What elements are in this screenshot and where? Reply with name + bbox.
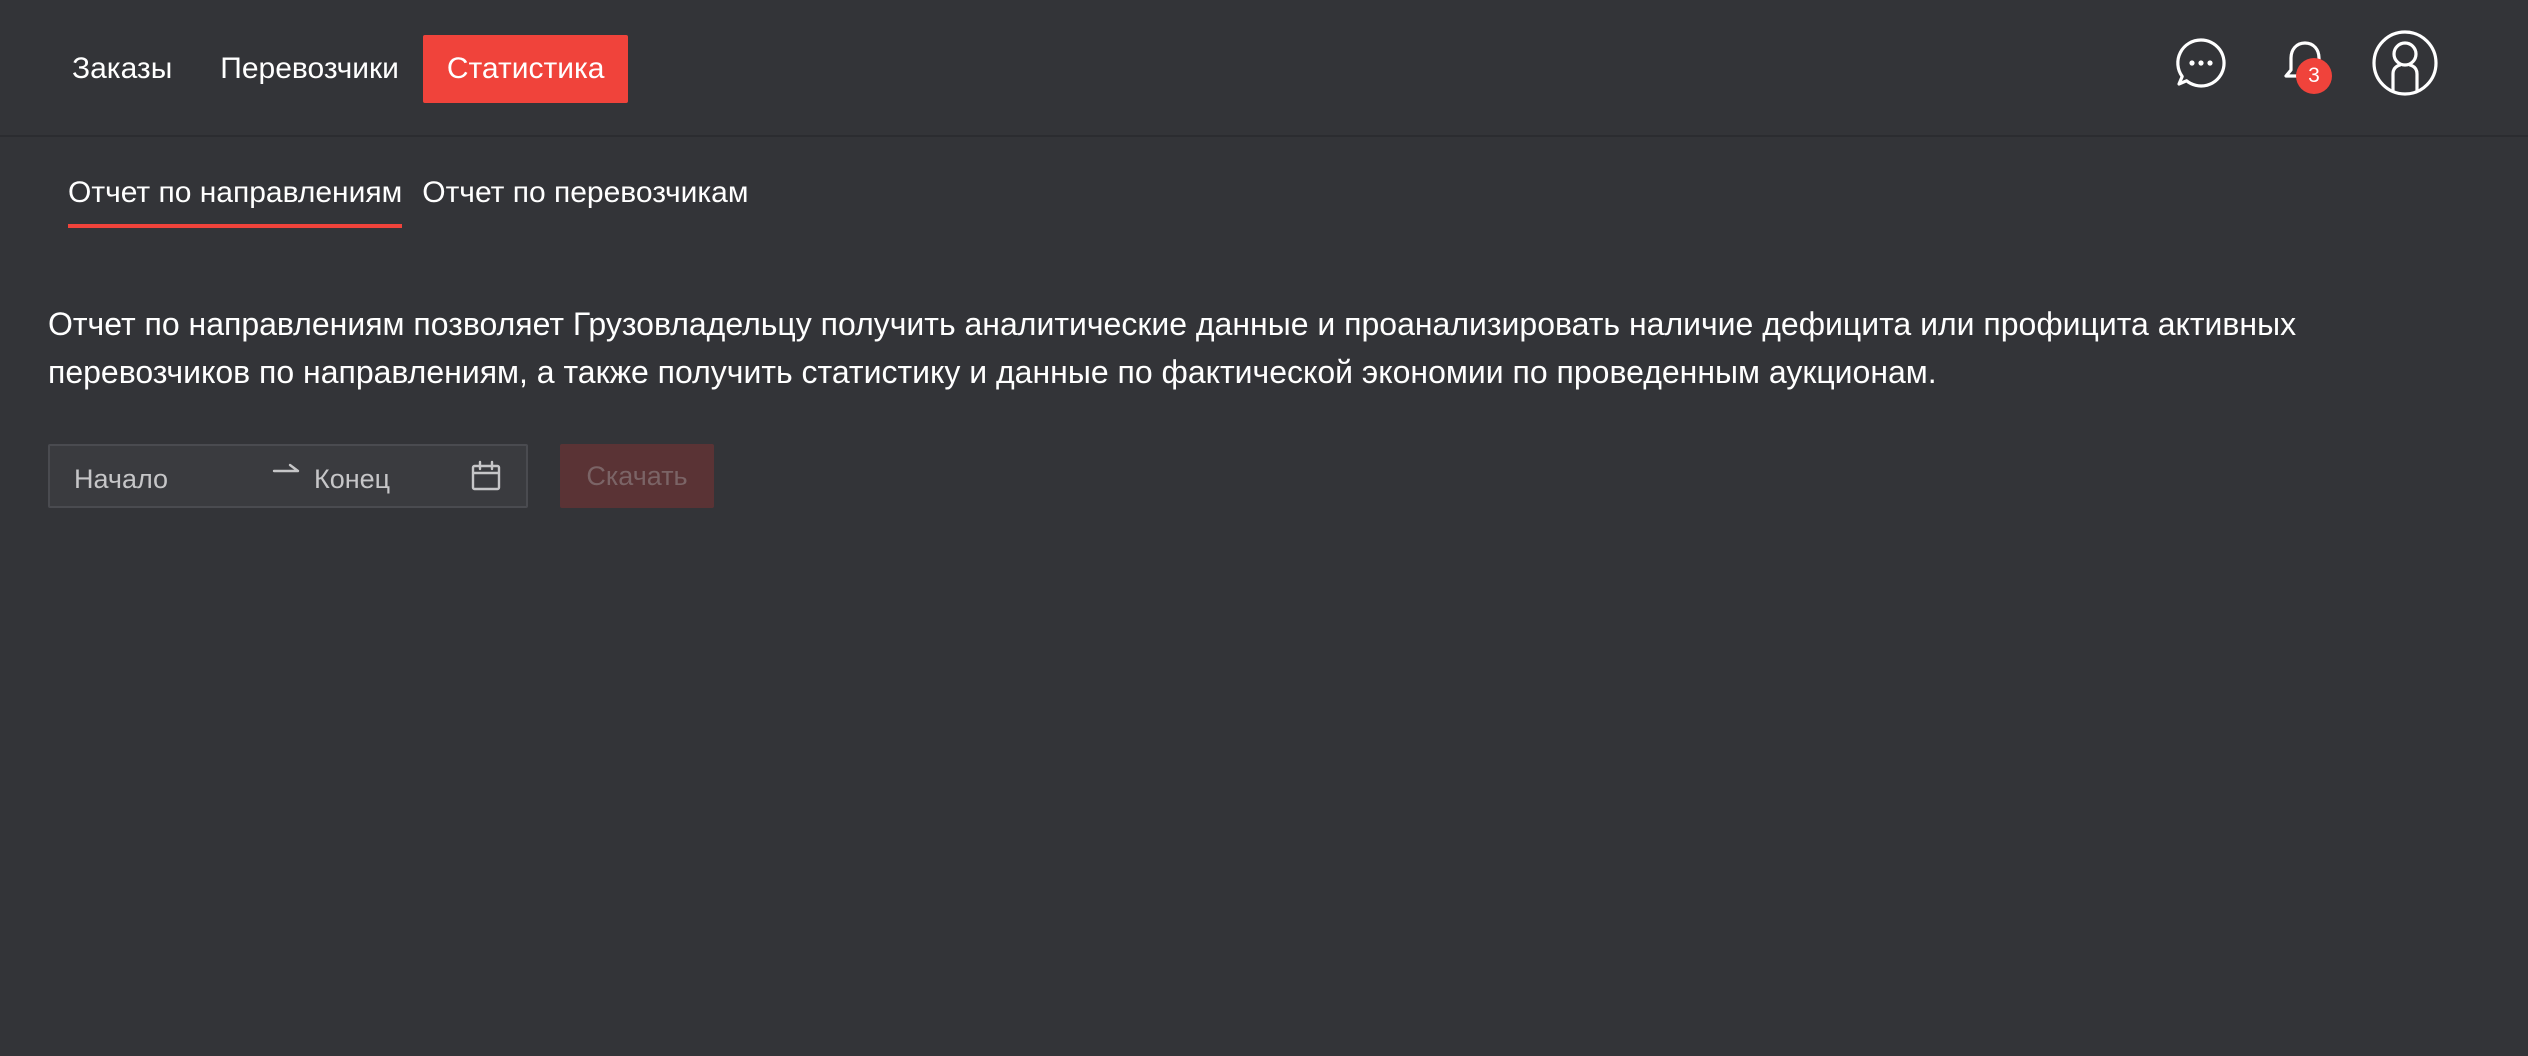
end-date-input[interactable]: Конец xyxy=(314,464,390,495)
chat-button[interactable] xyxy=(2166,30,2236,100)
download-button[interactable]: Скачать xyxy=(560,444,714,508)
start-date-input[interactable]: Начало xyxy=(74,464,168,495)
tab-carriers-report[interactable]: Отчет по перевозчикам xyxy=(422,176,748,228)
notifications-button[interactable]: 3 xyxy=(2270,30,2340,100)
chat-bubble-icon xyxy=(2175,37,2227,94)
date-range-picker[interactable]: Начало Конец xyxy=(48,444,528,508)
tab-directions-report[interactable]: Отчет по направлениям xyxy=(68,176,403,228)
report-tabs: Отчет по направлениям Отчет по перевозчи… xyxy=(68,176,748,228)
user-profile-button[interactable] xyxy=(2370,29,2440,102)
nav-item-carriers[interactable]: Перевозчики xyxy=(196,35,423,103)
notification-badge: 3 xyxy=(2296,58,2332,94)
nav-item-statistics[interactable]: Статистика xyxy=(422,35,629,103)
nav-item-orders[interactable]: Заказы xyxy=(48,35,196,103)
arrow-right-icon xyxy=(272,460,302,488)
main-nav: Заказы Перевозчики Статистика xyxy=(48,35,629,103)
user-icon xyxy=(2371,29,2439,102)
header-actions: 3 xyxy=(2166,29,2440,102)
report-description: Отчет по направлениям позволяет Грузовла… xyxy=(48,306,2297,390)
calendar-icon[interactable] xyxy=(470,460,502,497)
top-header: Заказы Перевозчики Статистика 3 xyxy=(0,0,2528,137)
